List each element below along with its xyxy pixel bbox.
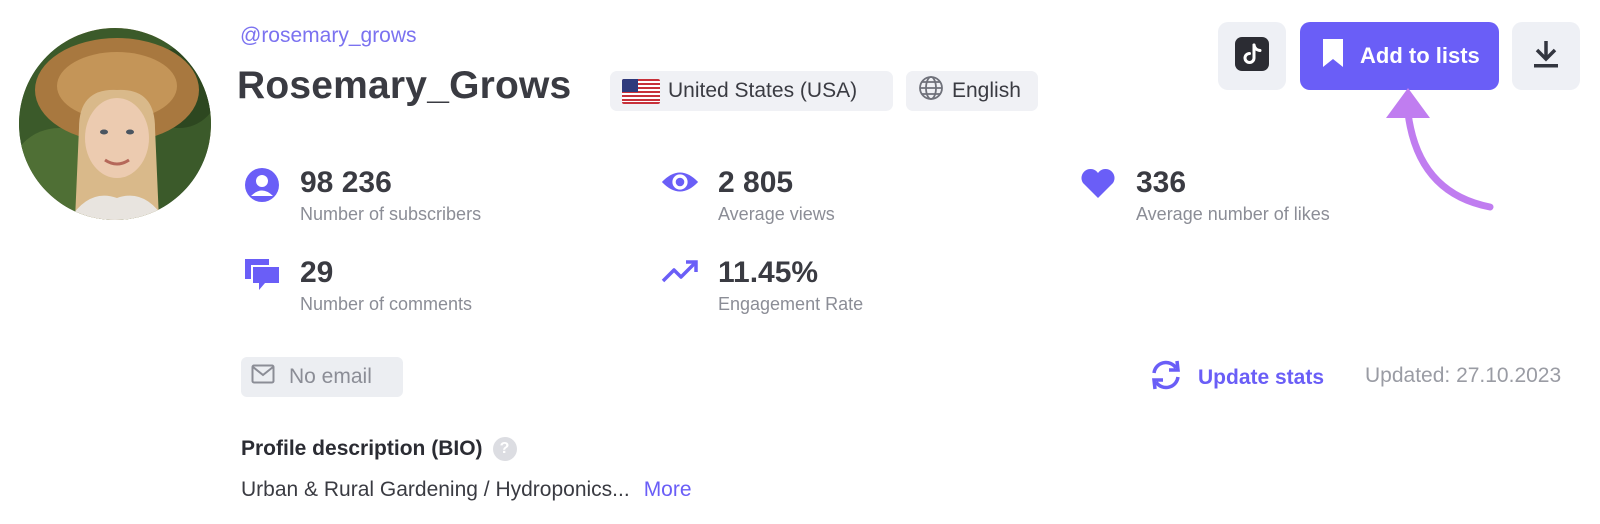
tiktok-button[interactable] [1218,22,1286,90]
comments-icon [242,255,282,295]
country-badge: United States (USA) [610,71,893,111]
profile-handle[interactable]: @rosemary_grows [240,24,417,48]
trending-up-icon [660,255,700,295]
language-badge: English [906,71,1038,111]
stat-label: Average views [718,204,835,224]
update-stats-label: Update stats [1198,365,1325,389]
stat-engagement: 11.45% Engagement Rate [660,255,863,315]
bio-text: Urban & Rural Gardening / Hydroponics... [241,478,630,501]
help-icon[interactable]: ? [492,437,517,461]
stat-label: Number of subscribers [300,204,482,224]
updated-date: Updated: 27.10.2023 [1365,364,1562,387]
bookmark-icon [1320,37,1346,75]
download-icon [1532,39,1560,74]
email-badge: No email [241,357,403,397]
add-to-lists-label: Add to lists [1360,43,1480,68]
stat-comments: 29 Number of comments [242,255,472,315]
refresh-icon [1148,360,1184,395]
bio-title: Profile description (BIO) [241,437,483,460]
stat-value: 98 236 [300,166,392,199]
stat-value: 336 [1136,166,1187,199]
bio-content: Urban & Rural Gardening / Hydroponics...… [241,478,692,502]
stat-likes: 336 Average number of likes [1078,165,1330,225]
stat-label: Number of comments [300,294,473,314]
bio-more-link[interactable]: More [644,478,692,502]
globe-icon [918,75,944,107]
stat-label: Average number of likes [1136,204,1330,224]
language-label: English [952,79,1021,102]
profile-name: Rosemary_Grows [237,64,572,107]
tiktok-icon [1235,36,1269,76]
stat-value: 11.45% [718,256,819,289]
country-label: United States (USA) [668,79,858,102]
us-flag-icon [622,78,660,104]
email-label: No email [289,365,372,388]
stat-value: 29 [300,256,334,289]
avatar-photo [19,28,211,220]
stat-label: Engagement Rate [718,294,864,314]
stat-value: 2 805 [718,166,794,199]
user-circle-icon [242,165,282,205]
bio-heading: Profile description (BIO) ? [241,437,517,461]
heart-icon [1078,165,1118,205]
mail-icon [251,364,275,390]
profile-avatar [19,28,211,220]
download-button[interactable] [1512,22,1580,90]
eye-icon [660,165,700,205]
update-stats-button[interactable]: Update stats [1148,360,1324,395]
stat-subscribers: 98 236 Number of subscribers [242,165,481,225]
stat-views: 2 805 Average views [660,165,835,225]
annotation-arrow [1380,80,1500,220]
